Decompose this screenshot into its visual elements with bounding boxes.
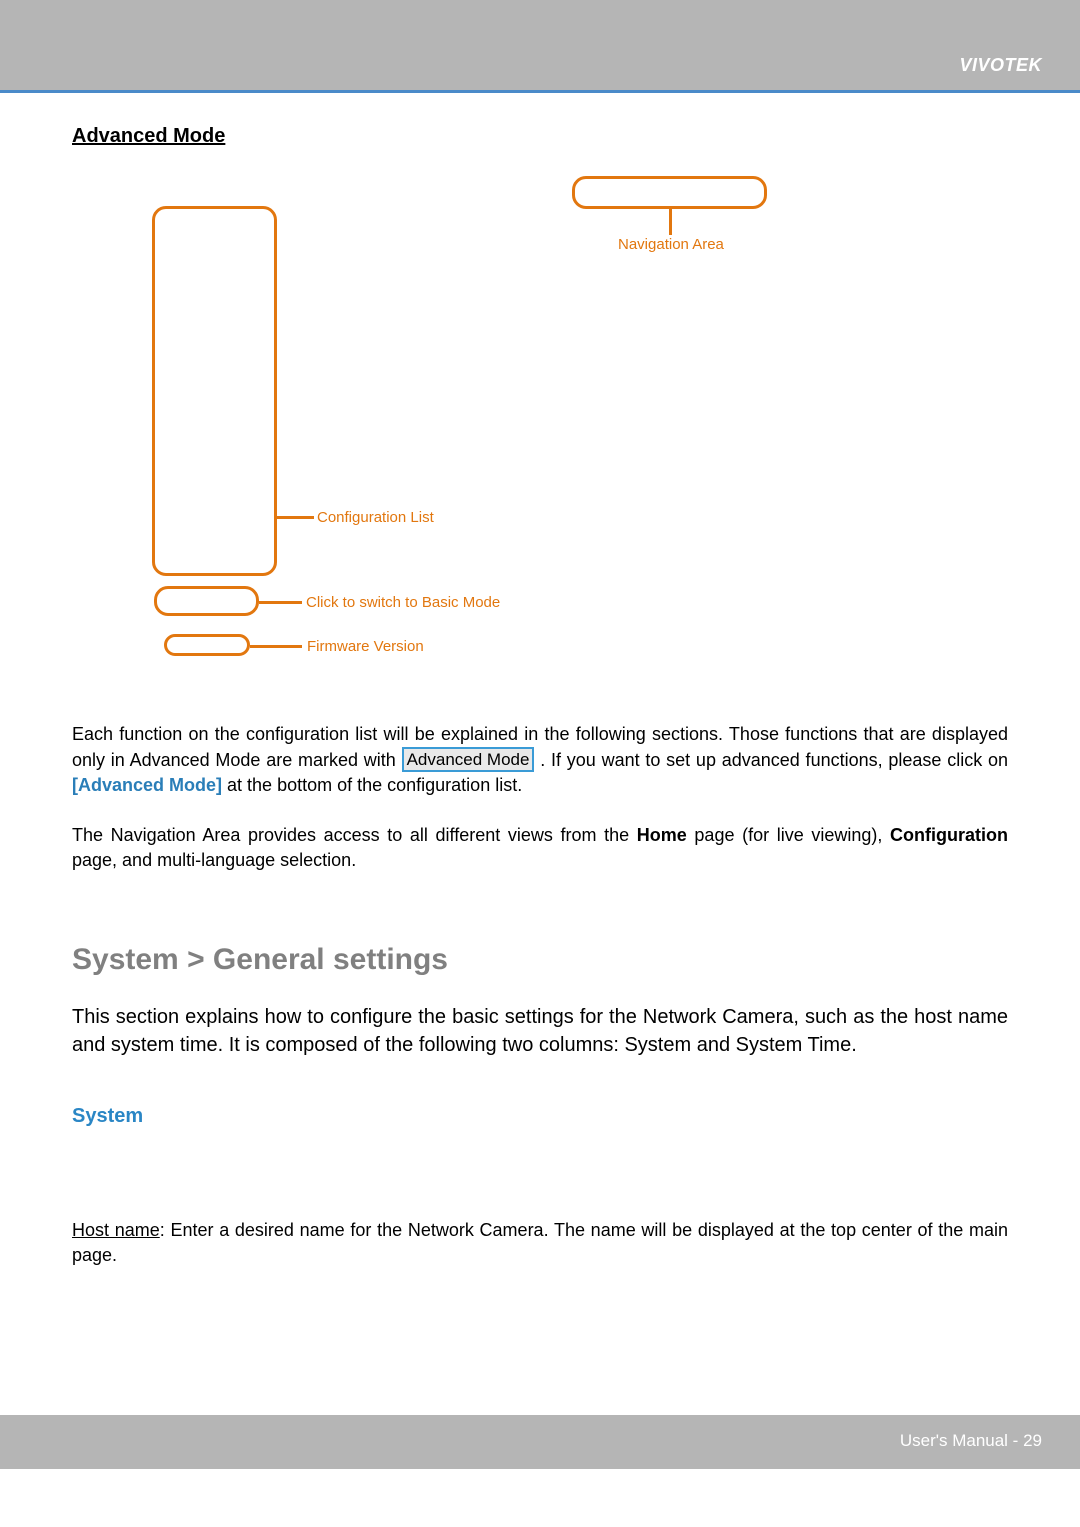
basic-mode-box: [154, 586, 259, 616]
footer-page-number: 29: [1023, 1431, 1042, 1450]
config-callout-line: [277, 516, 314, 519]
hostname-paragraph: Host name: Enter a desired name for the …: [72, 1218, 1008, 1268]
para2-text-b: page (for live viewing),: [694, 825, 890, 845]
basic-callout-line: [259, 601, 302, 604]
advanced-mode-link[interactable]: [Advanced Mode]: [72, 775, 222, 795]
footer-band: User's Manual - 29: [0, 1415, 1080, 1469]
para2-text-c: page, and multi-language selection.: [72, 850, 356, 870]
footer-label: User's Manual - 29: [900, 1431, 1042, 1451]
footer-manual-label: User's Manual -: [900, 1431, 1023, 1450]
para1-text-c: at the bottom of the configuration list.: [227, 775, 522, 795]
system-intro-paragraph: This section explains how to configure t…: [72, 1003, 1008, 1059]
para2-text-a: The Navigation Area provides access to a…: [72, 825, 637, 845]
nav-callout-line: [669, 209, 672, 235]
advanced-mode-badge: Advanced Mode: [402, 747, 535, 772]
config-bold: Configuration: [890, 825, 1008, 845]
page-content: Advanced Mode Navigation Area Configurat…: [0, 95, 1080, 1415]
interface-diagram: Navigation Area Configuration List Click…: [72, 166, 1008, 716]
para1-text-b: . If you want to set up advanced functio…: [540, 750, 1008, 770]
config-list-label: Configuration List: [317, 509, 434, 526]
nav-area-box: [572, 176, 767, 209]
system-subheading: System: [72, 1105, 1008, 1128]
firmware-label: Firmware Version: [307, 638, 424, 655]
header-divider: [0, 90, 1080, 93]
advanced-mode-heading: Advanced Mode: [72, 125, 1008, 148]
basic-mode-label: Click to switch to Basic Mode: [306, 594, 500, 611]
hostname-label: Host name: [72, 1220, 160, 1240]
home-bold: Home: [637, 825, 687, 845]
config-list-box: [152, 206, 277, 576]
section-heading-system: System > General settings: [72, 943, 1008, 977]
explanation-paragraph-2: The Navigation Area provides access to a…: [72, 823, 1008, 873]
nav-area-label: Navigation Area: [618, 236, 724, 253]
brand-logo: VIVOTEK: [959, 55, 1042, 76]
header-band: VIVOTEK: [0, 0, 1080, 90]
firmware-callout-line: [250, 645, 302, 648]
explanation-paragraph-1: Each function on the configuration list …: [72, 722, 1008, 799]
hostname-text: : Enter a desired name for the Network C…: [72, 1220, 1008, 1265]
firmware-box: [164, 634, 250, 656]
